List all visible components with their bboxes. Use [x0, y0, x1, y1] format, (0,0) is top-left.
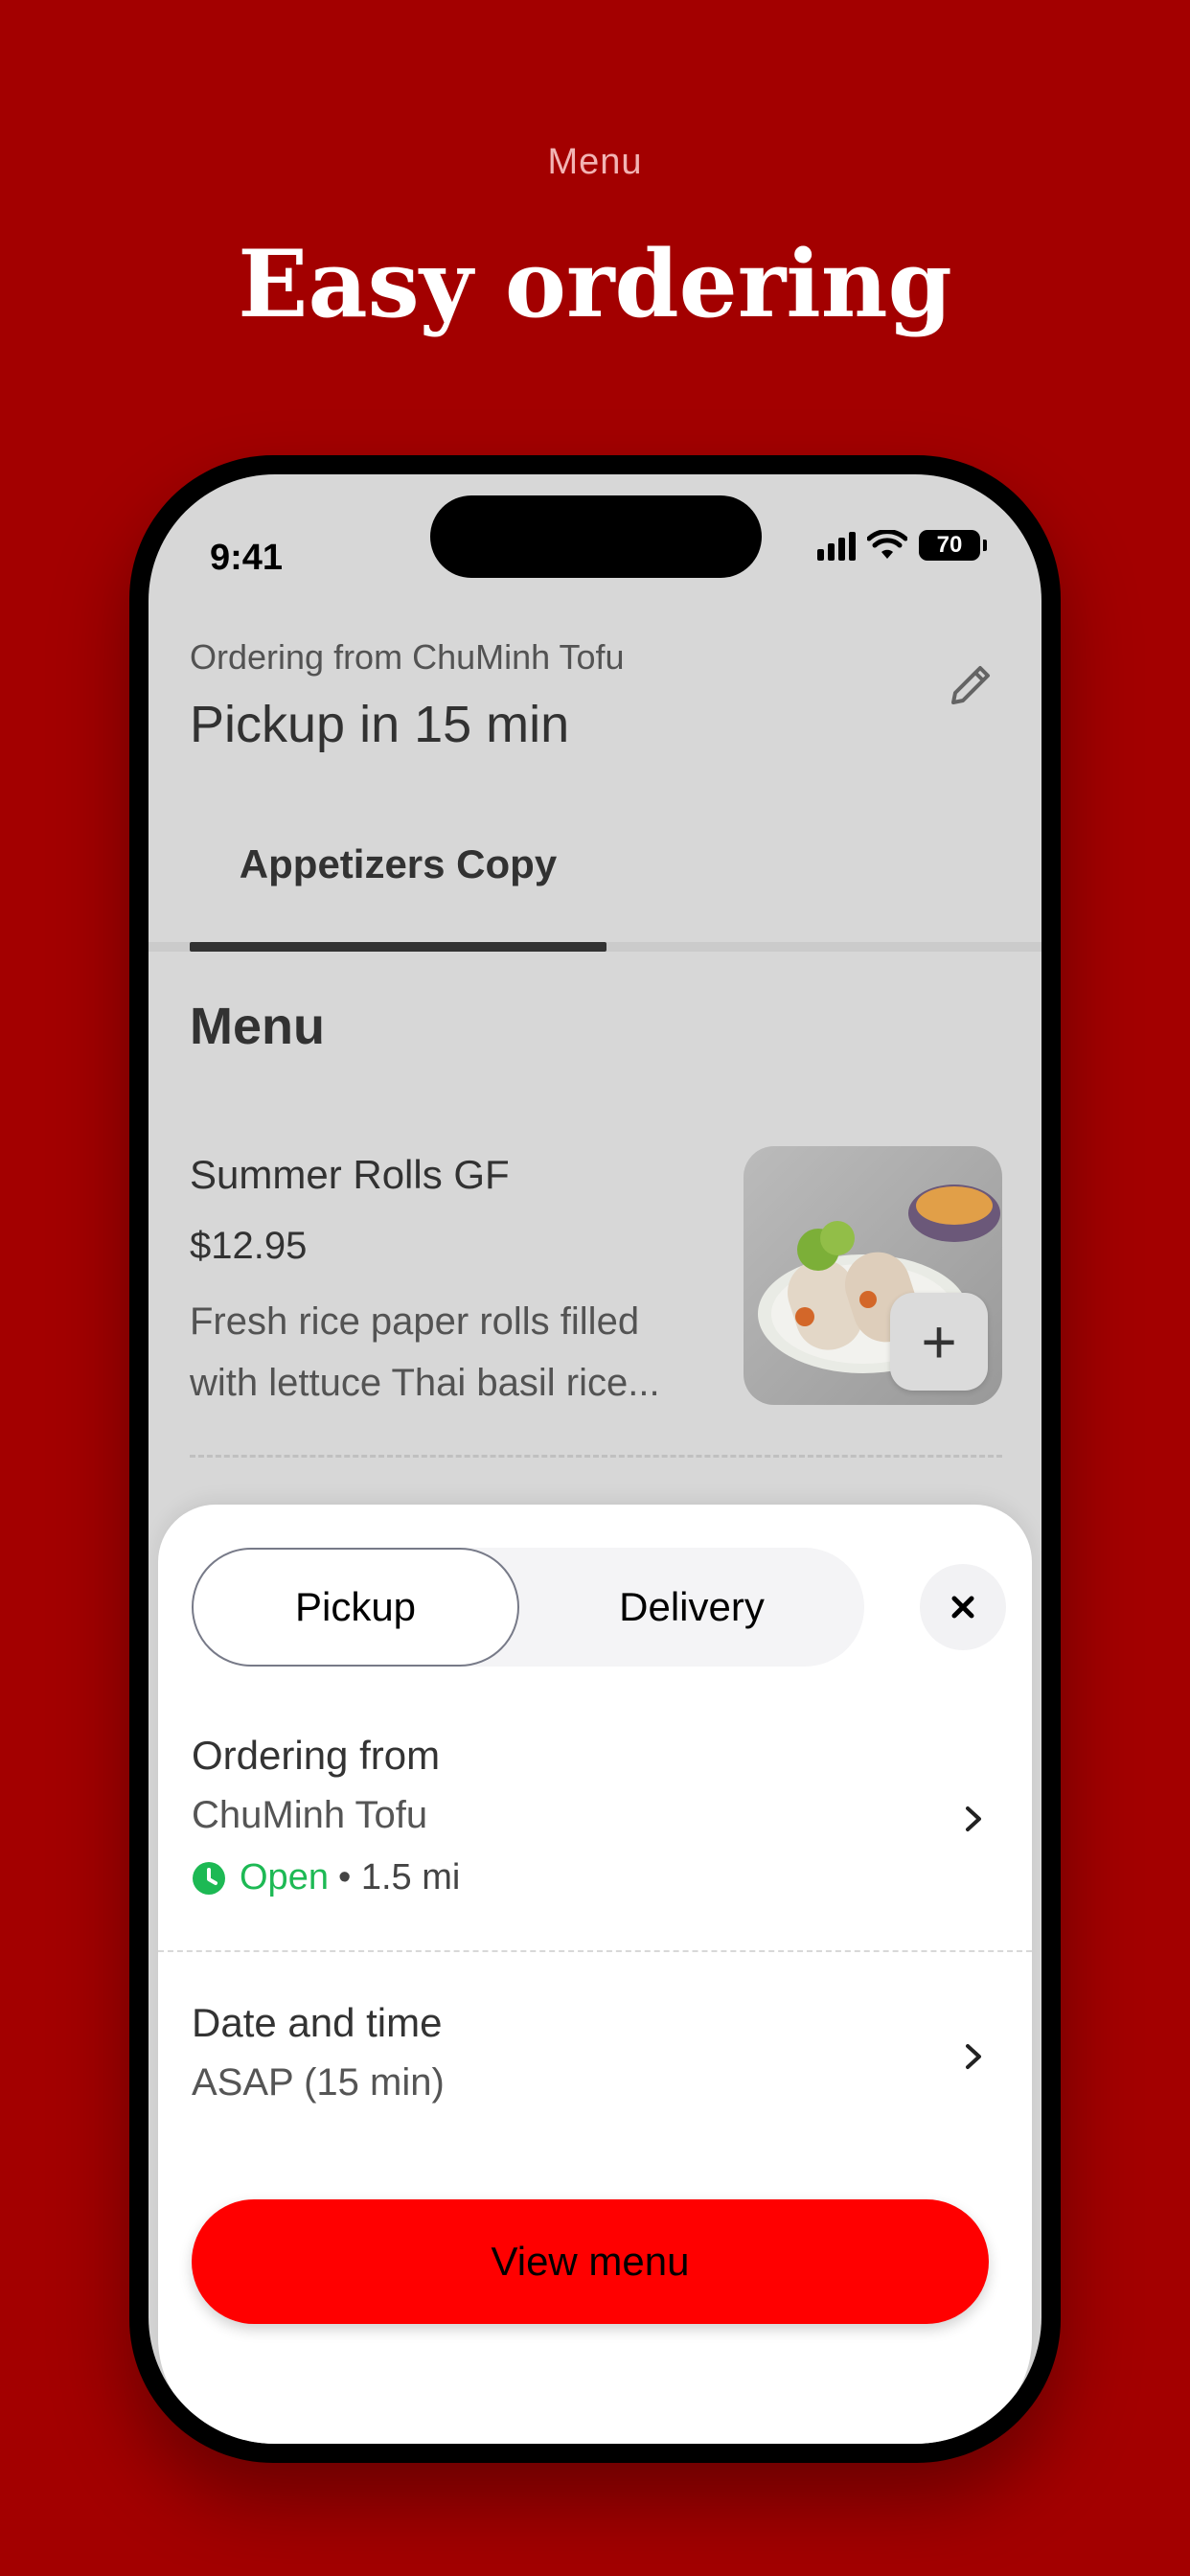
- app-store-screenshot: Menu Easy ordering 9:41 70 Ordering from…: [0, 0, 1190, 2576]
- chevron-right-icon[interactable]: [961, 2039, 986, 2074]
- banner-headline: Easy ordering: [238, 230, 952, 338]
- pickup-option[interactable]: Pickup: [192, 1548, 519, 1667]
- chevron-right-icon[interactable]: [961, 1802, 986, 1836]
- open-status: Open: [240, 1857, 329, 1898]
- close-button[interactable]: [920, 1564, 1006, 1650]
- ordering-from-heading: Ordering from: [192, 1733, 441, 1778]
- sheet-divider: [158, 1950, 1032, 1952]
- fulfillment-toggle: Pickup Delivery: [192, 1548, 864, 1667]
- store-name[interactable]: ChuMinh Tofu: [192, 1794, 427, 1837]
- banner-eyebrow: Menu: [547, 142, 643, 182]
- store-distance: • 1.5 mi: [337, 1857, 461, 1898]
- phone-frame: 9:41 70 Ordering from ChuMinh Tofu Picku…: [129, 455, 1061, 2463]
- delivery-option[interactable]: Delivery: [519, 1548, 864, 1667]
- clock-icon: [193, 1861, 225, 1895]
- close-icon: [951, 1596, 974, 1619]
- phone-screen: 9:41 70 Ordering from ChuMinh Tofu Picku…: [149, 474, 1041, 2444]
- store-status: Open • 1.5 mi: [192, 1857, 460, 1898]
- order-options-sheet: Pickup Delivery Ordering from ChuMinh To…: [158, 1505, 1032, 2444]
- view-menu-button[interactable]: View menu: [192, 2199, 989, 2324]
- date-time-value[interactable]: ASAP (15 min): [192, 2061, 445, 2104]
- date-time-heading: Date and time: [192, 2000, 443, 2045]
